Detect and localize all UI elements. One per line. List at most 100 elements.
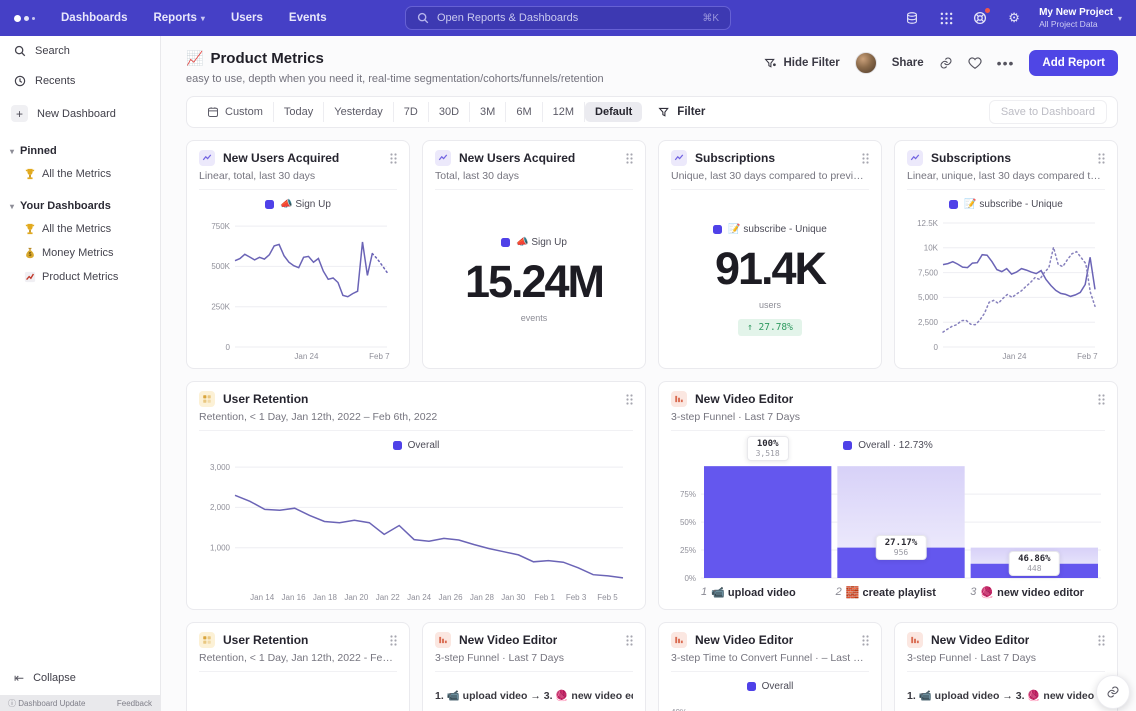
report-title[interactable]: New Video Editor	[695, 633, 793, 647]
save-to-dashboard-button[interactable]: Save to Dashboard	[989, 100, 1107, 124]
project-selector[interactable]: My New Project All Project Data ▾	[1039, 7, 1122, 29]
copy-link-icon[interactable]	[939, 56, 953, 70]
sidebar-bottom-strip: ⓘ Dashboard Update Feedback	[0, 695, 160, 711]
sidebar-item-money-metrics[interactable]: $ Money Metrics	[0, 241, 160, 265]
line-chart[interactable]: 750K500K250K0Jan 24Feb 7	[199, 212, 397, 361]
report-card-video-editor-2: New Video Editor 3-step Funnel · Last 7 …	[422, 622, 646, 711]
sidebar-section-your-dashboards[interactable]: ▾ Your Dashboards	[0, 186, 160, 217]
chart-increasing-emoji-icon: 📈	[186, 50, 203, 67]
report-title[interactable]: New Video Editor	[931, 633, 1029, 647]
range-12m[interactable]: 12M	[543, 102, 585, 122]
svg-text:1,000: 1,000	[210, 543, 231, 552]
range-3m[interactable]: 3M	[470, 102, 506, 122]
drag-handle-icon[interactable]	[626, 635, 633, 646]
retention-line-chart[interactable]: 3,0002,0001,000Jan 14Jan 16Jan 18Jan 20J…	[199, 453, 633, 602]
chevron-down-icon: ▾	[201, 14, 205, 23]
report-title[interactable]: User Retention	[223, 633, 308, 647]
change-badge: ↑ 27.78%	[738, 319, 802, 336]
favorite-heart-icon[interactable]	[968, 56, 982, 70]
funnel-steps-summary: 1. 📹 upload video → 3. 🧶 new video edito…	[907, 689, 1105, 702]
chevron-down-icon: ▾	[1118, 14, 1122, 23]
search-icon	[417, 12, 429, 24]
sidebar-item-all-the-metrics-pinned[interactable]: All the Metrics	[0, 162, 160, 186]
report-title[interactable]: New Users Acquired	[223, 151, 339, 165]
range-custom[interactable]: Custom	[197, 102, 274, 122]
legend-swatch	[265, 200, 274, 209]
sidebar-item-all-the-metrics[interactable]: All the Metrics	[0, 217, 160, 241]
chevron-down-icon: ▾	[10, 147, 14, 156]
retention-report-icon	[199, 632, 215, 648]
sidebar-collapse-button[interactable]: ⇤ Collapse	[0, 661, 160, 695]
range-yesterday[interactable]: Yesterday	[324, 102, 394, 122]
collapse-icon: ⇤	[14, 671, 24, 685]
report-title[interactable]: New Users Acquired	[459, 151, 575, 165]
trophy-icon	[24, 168, 36, 180]
report-card-video-editor-funnel: New Video Editor 3-step Funnel · Last 7 …	[658, 381, 1118, 610]
drag-handle-icon[interactable]	[1098, 635, 1105, 646]
cards-grid: New Users Acquired Linear, total, last 3…	[186, 140, 1118, 711]
drag-handle-icon[interactable]	[390, 153, 397, 164]
svg-text:75%: 75%	[680, 490, 696, 499]
data-management-icon[interactable]	[903, 9, 921, 27]
svg-text:Jan 28: Jan 28	[470, 593, 495, 602]
nav-users[interactable]: Users	[231, 12, 263, 24]
metric-value: 15.24M	[465, 259, 603, 304]
drag-handle-icon[interactable]	[626, 153, 633, 164]
drag-handle-icon[interactable]	[390, 635, 397, 646]
drag-handle-icon[interactable]	[1098, 153, 1105, 164]
apps-grid-icon[interactable]	[937, 9, 955, 27]
hide-filter-button[interactable]: Hide Filter	[764, 57, 839, 70]
report-title[interactable]: Subscriptions	[695, 151, 775, 165]
report-title[interactable]: Subscriptions	[931, 151, 1011, 165]
add-report-button[interactable]: Add Report	[1029, 50, 1118, 76]
drag-handle-icon[interactable]	[1098, 394, 1105, 405]
range-6m[interactable]: 6M	[506, 102, 542, 122]
report-card-user-retention: User Retention Retention, < 1 Day, Jan 1…	[186, 381, 646, 610]
nav-events[interactable]: Events	[289, 12, 327, 24]
search-icon	[14, 45, 26, 57]
share-button[interactable]: Share	[892, 57, 924, 69]
range-today[interactable]: Today	[274, 102, 324, 122]
nav-reports[interactable]: Reports▾	[153, 12, 204, 24]
range-7d[interactable]: 7D	[394, 102, 429, 122]
report-title[interactable]: New Video Editor	[459, 633, 557, 647]
drag-handle-icon[interactable]	[626, 394, 633, 405]
filter-button[interactable]: Filter	[658, 106, 705, 119]
report-subtitle: Retention, < 1 Day, Jan 12th, 2022 – Feb…	[199, 411, 633, 431]
range-30d[interactable]: 30D	[429, 102, 470, 122]
svg-text:25%: 25%	[680, 546, 696, 555]
svg-text:Jan 24: Jan 24	[294, 352, 319, 361]
metric-unit: users	[759, 300, 781, 310]
funnel-step-3-label[interactable]: 3🧶 new video editor	[970, 586, 1105, 599]
report-card-subscriptions-linear: Subscriptions Linear, unique, last 30 da…	[894, 140, 1118, 369]
report-title[interactable]: New Video Editor	[695, 392, 793, 406]
line-chart[interactable]: 12.5K10K7,5005,0002,5000Jan 24Feb 7	[907, 212, 1105, 361]
svg-text:500K: 500K	[211, 262, 230, 271]
sidebar-section-pinned[interactable]: ▾ Pinned	[0, 131, 160, 162]
range-default[interactable]: Default	[585, 102, 642, 122]
copy-link-fab[interactable]	[1096, 675, 1130, 709]
sidebar-new-dashboard[interactable]: + New Dashboard	[0, 96, 160, 131]
insights-report-icon	[199, 150, 215, 166]
feedback-link[interactable]: Feedback	[117, 699, 152, 708]
nav-dashboards[interactable]: Dashboards	[61, 12, 127, 24]
funnel-step-1-label[interactable]: 1📹 upload video	[701, 586, 836, 599]
dashboard-update-link[interactable]: ⓘ Dashboard Update	[8, 698, 85, 709]
global-search-input[interactable]: Open Reports & Dashboards ⌘K	[405, 6, 731, 30]
sidebar-item-product-metrics[interactable]: Product Metrics	[0, 265, 160, 289]
report-title[interactable]: User Retention	[223, 392, 308, 406]
chart-legend: 📝 subscribe - Unique	[907, 196, 1105, 212]
sidebar-recents[interactable]: Recents	[0, 66, 160, 96]
insights-report-icon	[435, 150, 451, 166]
sidebar-search[interactable]: Search	[0, 36, 160, 66]
help-icon[interactable]	[971, 9, 989, 27]
funnel-chart[interactable]: 75%50%25%0%100%3,51827.17%95646.86%448	[671, 453, 1105, 582]
more-options-icon[interactable]: •••	[997, 55, 1015, 71]
page-title[interactable]: Product Metrics	[210, 50, 323, 67]
drag-handle-icon[interactable]	[862, 153, 869, 164]
drag-handle-icon[interactable]	[862, 635, 869, 646]
mixpanel-logo-icon[interactable]	[14, 15, 35, 22]
user-avatar[interactable]	[855, 52, 877, 74]
settings-gear-icon[interactable]: ⚙	[1005, 9, 1023, 27]
funnel-step-2-label[interactable]: 2🧱 create playlist	[836, 586, 971, 599]
